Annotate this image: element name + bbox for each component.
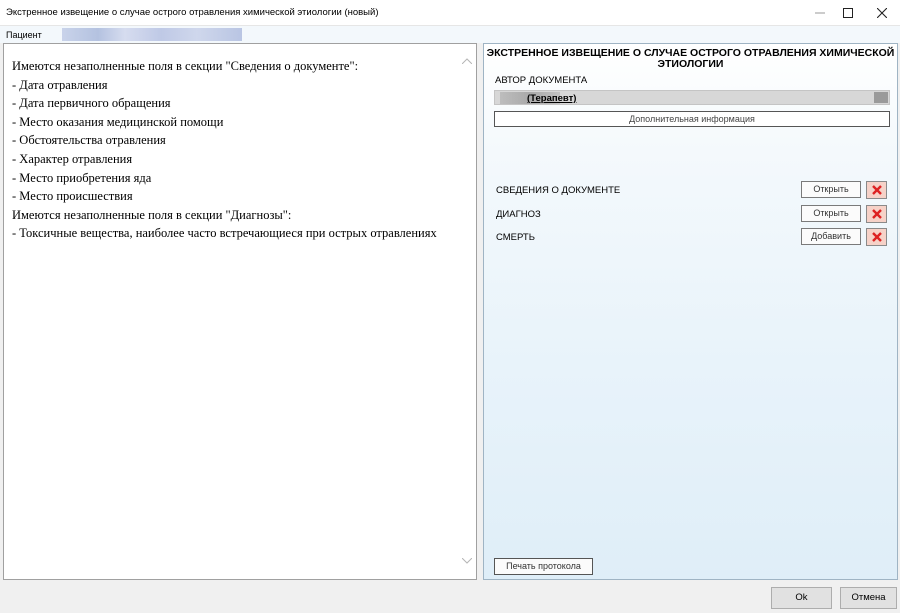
open-diagnosis-button[interactable]: Открыть xyxy=(801,205,861,222)
delete-x-icon xyxy=(871,209,882,219)
message-line: - Место приобретения яда xyxy=(12,170,152,185)
author-role-link[interactable]: (Терапевт) xyxy=(527,93,576,104)
window-title: Экстренное извещение о случае острого от… xyxy=(6,7,379,18)
chevron-up-icon xyxy=(461,58,473,65)
scroll-down-arrow[interactable] xyxy=(460,556,474,566)
message-line: - Характер отравления xyxy=(12,151,133,166)
delete-death-button[interactable] xyxy=(866,228,887,246)
section-label: СМЕРТЬ xyxy=(496,232,535,243)
maximize-icon xyxy=(843,8,853,18)
section-label: СВЕДЕНИЯ О ДОКУМЕНТЕ xyxy=(496,185,621,196)
message-line: - Токсичные вещества, наиболее часто вст… xyxy=(12,226,437,241)
print-protocol-button[interactable]: Печать протокола xyxy=(494,558,593,575)
validation-messages-panel[interactable]: Имеются незаполненные поля в секции "Све… xyxy=(3,43,477,580)
section-death: СМЕРТЬ Добавить xyxy=(496,228,892,246)
message-line: - Место происшествия xyxy=(12,189,133,204)
close-icon xyxy=(877,8,887,18)
author-field-scroll xyxy=(874,92,888,103)
form-panel: ЭКСТРЕННОЕ ИЗВЕЩЕНИЕ О СЛУЧАЕ ОСТРОГО ОТ… xyxy=(483,43,898,580)
validation-messages: Имеются незаполненные поля в секции "Све… xyxy=(12,57,452,243)
author-label: АВТОР ДОКУМЕНТА xyxy=(495,75,588,86)
form-heading: ЭКСТРЕННОЕ ИЗВЕЩЕНИЕ О СЛУЧАЕ ОСТРОГО ОТ… xyxy=(486,47,895,70)
chevron-down-icon xyxy=(461,557,473,564)
message-line: - Место оказания медицинской помощи xyxy=(12,114,224,129)
message-line: - Обстоятельства отравления xyxy=(12,133,166,148)
scroll-up-arrow[interactable] xyxy=(460,56,474,66)
dialog-footer: Ok Отмена xyxy=(0,583,900,613)
patient-name-redacted xyxy=(62,28,242,41)
message-line: Имеются незаполненные поля в секции "Све… xyxy=(12,59,359,73)
patient-label: Пациент xyxy=(6,30,42,40)
section-diagnosis: ДИАГНОЗ Открыть xyxy=(496,205,892,223)
close-button[interactable] xyxy=(862,0,900,26)
message-line: - Дата первичного обращения xyxy=(12,96,171,111)
patient-bar: Пациент xyxy=(0,26,900,43)
author-field[interactable]: (Терапевт) xyxy=(494,90,890,105)
minimize-icon xyxy=(815,12,825,14)
open-document-info-button[interactable]: Открыть xyxy=(801,181,861,198)
ok-button[interactable]: Ok xyxy=(771,587,832,609)
delete-x-icon xyxy=(871,232,882,242)
cancel-button[interactable]: Отмена xyxy=(840,587,897,609)
delete-document-info-button[interactable] xyxy=(866,181,887,199)
message-line: Имеются незаполненные поля в секции "Диа… xyxy=(12,207,292,222)
message-line: - Дата отравления xyxy=(12,77,108,92)
delete-x-icon xyxy=(871,185,882,195)
additional-info-button[interactable]: Дополнительная информация xyxy=(494,111,890,127)
section-label: ДИАГНОЗ xyxy=(496,209,541,220)
section-document-info: СВЕДЕНИЯ О ДОКУМЕНТЕ Открыть xyxy=(496,181,892,199)
title-bar: Экстренное извещение о случае острого от… xyxy=(0,0,900,26)
add-death-button[interactable]: Добавить xyxy=(801,228,861,245)
delete-diagnosis-button[interactable] xyxy=(866,205,887,223)
